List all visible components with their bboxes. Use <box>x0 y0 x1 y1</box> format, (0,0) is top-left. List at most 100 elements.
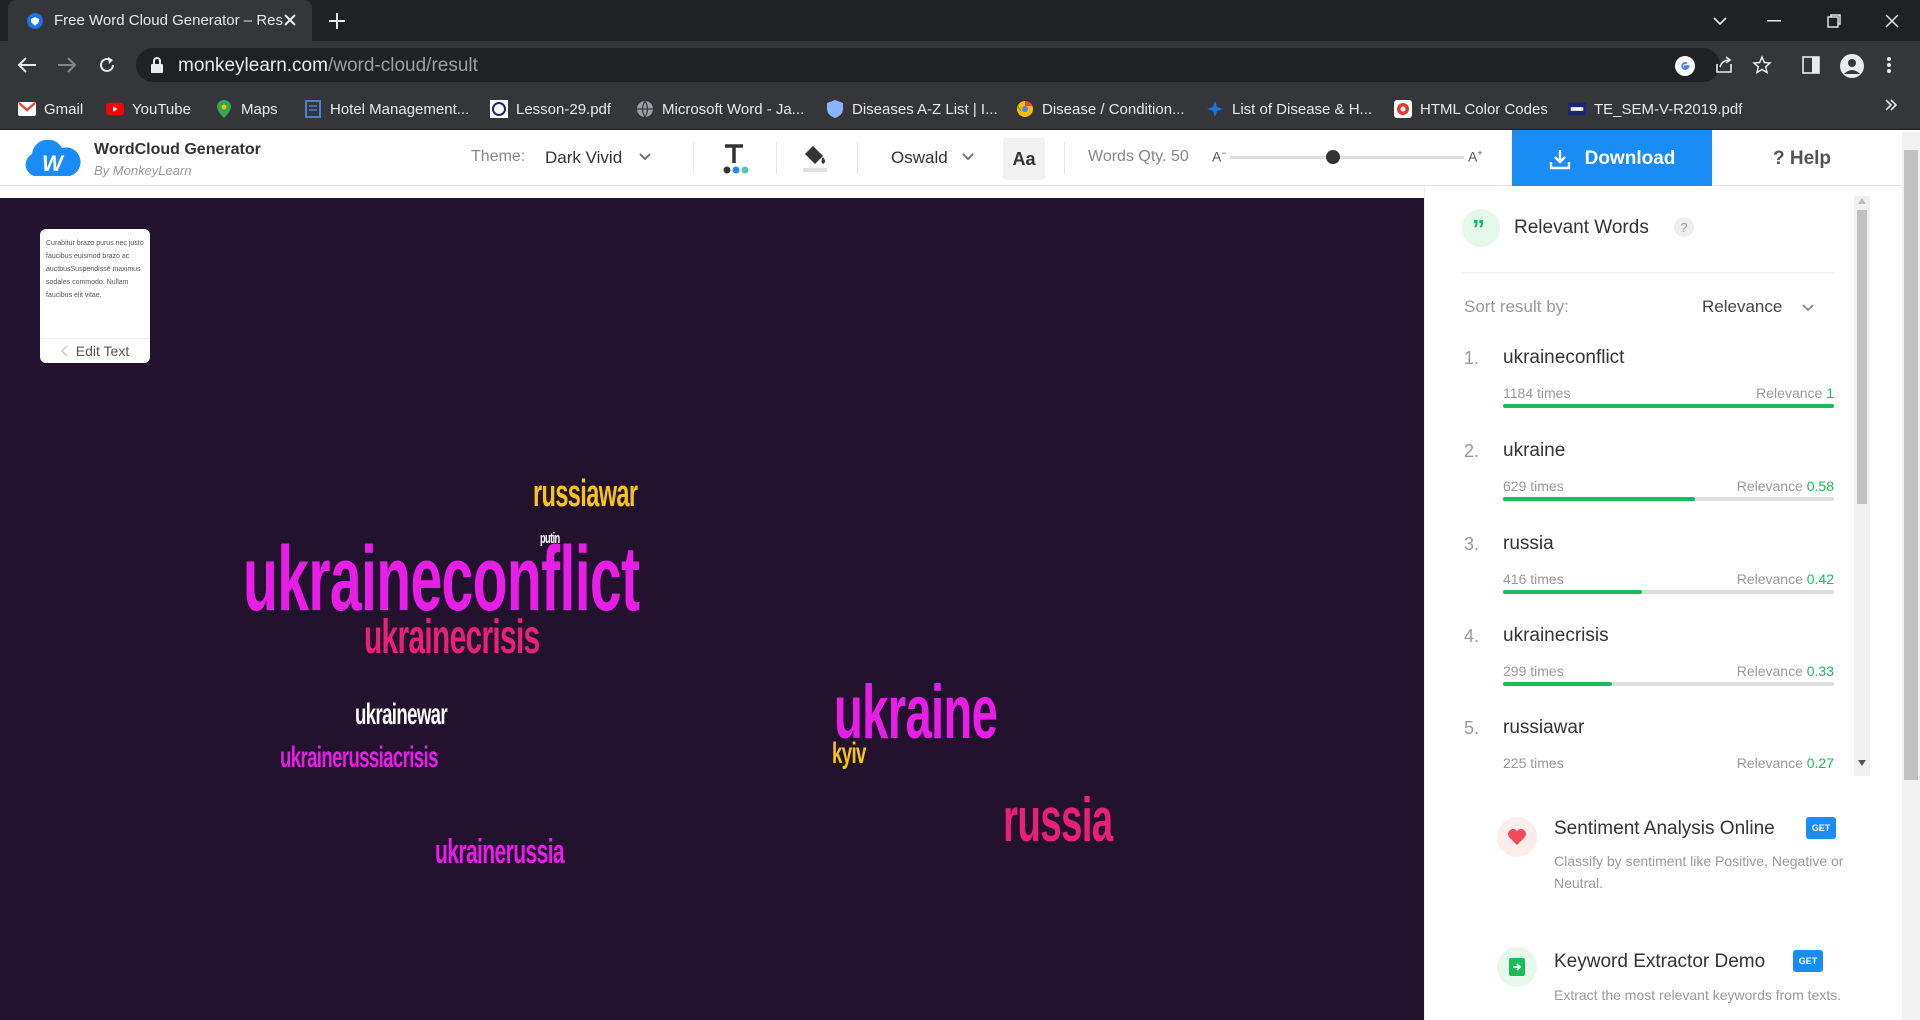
bookmark-label: Diseases A-Z List | I... <box>852 100 998 118</box>
back-icon[interactable] <box>16 55 38 75</box>
text-color-icon[interactable] <box>720 143 750 175</box>
sort-label: Sort result by: <box>1464 297 1569 316</box>
font-select[interactable]: Oswald <box>891 148 948 168</box>
google-icon[interactable] <box>1674 55 1696 77</box>
relevance-label: Relevance <box>1736 755 1803 771</box>
divider <box>1064 142 1065 174</box>
bookmark-list-disease[interactable]: List of Disease & H... <box>1206 96 1372 122</box>
relevant-words-title: Relevant Words <box>1514 217 1649 238</box>
bookmarks-overflow-icon[interactable] <box>1884 98 1898 112</box>
relevance-label: Relevance <box>1736 478 1803 494</box>
relevance-bar-fill <box>1503 404 1834 408</box>
term-relevance: Relevance 0.58 <box>1634 478 1834 494</box>
bookmark-disease-condition[interactable]: Disease / Condition... <box>1016 96 1185 122</box>
bookmark-star-icon[interactable] <box>1752 55 1772 75</box>
chevron-down-icon <box>962 153 974 161</box>
slider-min-text: A <box>1212 148 1222 165</box>
svg-text:W: W <box>42 151 65 176</box>
relevance-label: Relevance <box>1736 663 1803 679</box>
cloud-word[interactable]: kyiv <box>832 739 866 769</box>
words-qty-slider[interactable] <box>1230 150 1464 164</box>
font-case-button[interactable]: Aa <box>1003 138 1045 180</box>
cloud-word[interactable]: ukrainerussiacrisis <box>280 743 438 773</box>
word-cloud-canvas[interactable] <box>0 198 1424 1020</box>
restore-icon[interactable] <box>1806 0 1862 41</box>
cloud-word[interactable]: ukrainerussia <box>435 835 565 869</box>
close-window-icon[interactable] <box>1864 0 1920 41</box>
forward-icon[interactable] <box>56 55 78 75</box>
lock-icon[interactable] <box>150 57 164 73</box>
bookmark-label: Gmail <box>44 100 84 118</box>
scroll-down-icon[interactable] <box>1858 760 1866 766</box>
bookmark-te-sem-pdf[interactable]: TE_SEM-V-R2019.pdf <box>1568 96 1742 122</box>
pdf-icon <box>1568 100 1586 118</box>
term-relevance: Relevance 1 <box>1634 385 1834 401</box>
side-panel-icon[interactable] <box>1802 56 1820 74</box>
download-button[interactable]: Download <box>1512 130 1712 187</box>
help-button[interactable]: ? Help <box>1712 130 1892 187</box>
divider <box>776 142 777 174</box>
background-fill-icon[interactable] <box>801 142 829 174</box>
bookmark-html-color-codes[interactable]: HTML Color Codes <box>1394 96 1548 122</box>
edit-text-button[interactable]: Edit Text <box>40 338 150 362</box>
new-tab-icon[interactable] <box>326 10 348 32</box>
keyword-extractor-icon <box>1497 947 1537 987</box>
relevance-value: 0.58 <box>1806 478 1834 494</box>
sort-select[interactable]: Relevance <box>1702 297 1782 317</box>
url-host: monkeylearn.com <box>178 55 328 76</box>
get-badge[interactable]: GET <box>1793 950 1823 972</box>
sentiment-analysis-link[interactable]: Sentiment Analysis Online <box>1554 818 1775 840</box>
reload-icon[interactable] <box>97 55 117 75</box>
relevant-term[interactable]: ukraineconflict <box>1503 347 1624 369</box>
tab-search-icon[interactable] <box>1692 0 1748 41</box>
cloud-word[interactable]: ukrainewar <box>355 700 448 730</box>
rank-number: 3. <box>1464 534 1480 554</box>
bookmark-lesson-pdf[interactable]: Lesson-29.pdf <box>490 96 611 122</box>
bookmark-label: YouTube <box>132 100 191 118</box>
wordcloud-logo-icon[interactable]: W <box>20 140 82 178</box>
bookmark-microsoft-word[interactable]: Microsoft Word - Ja... <box>636 96 804 122</box>
relevant-term[interactable]: ukraine <box>1503 440 1565 462</box>
relevant-help-icon[interactable]: ? <box>1674 217 1694 237</box>
bookmark-maps[interactable]: Maps <box>215 96 278 122</box>
rank-number: 5. <box>1464 718 1480 738</box>
more-menu-icon[interactable] <box>1886 56 1892 74</box>
relevance-label: Relevance <box>1736 571 1803 587</box>
profile-avatar-icon[interactable] <box>1840 54 1864 78</box>
term-relevance: Relevance 0.27 <box>1634 755 1834 771</box>
brand-subtitle: By MonkeyLearn <box>94 163 192 178</box>
theme-select[interactable]: Dark Vivid <box>545 148 622 168</box>
bookmark-youtube[interactable]: YouTube <box>106 96 191 122</box>
star-icon <box>1206 100 1224 118</box>
slider-max-text: A <box>1468 148 1478 165</box>
page-scrollbar-thumb[interactable] <box>1904 150 1918 780</box>
cloud-word[interactable]: ukrainecrisis <box>364 614 540 662</box>
minimize-icon[interactable] <box>1746 0 1802 41</box>
keyword-extractor-link[interactable]: Keyword Extractor Demo <box>1554 951 1765 973</box>
list-scrollbar-thumb[interactable] <box>1857 210 1867 504</box>
relevant-term[interactable]: ukrainecrisis <box>1503 625 1609 647</box>
scroll-up-icon[interactable] <box>1858 198 1866 204</box>
get-badge[interactable]: GET <box>1806 817 1836 839</box>
relevance-value: 0.27 <box>1806 755 1834 771</box>
promo-description: Classify by sentiment like Positive, Neg… <box>1554 853 1844 891</box>
close-tab-icon[interactable] <box>282 12 298 28</box>
cloud-word[interactable]: putin <box>540 531 560 546</box>
term-relevance: Relevance 0.42 <box>1634 571 1834 587</box>
edit-text-card[interactable]: Curabitur brazo purus nec justo faucibus… <box>40 229 150 363</box>
relevant-term[interactable]: russiawar <box>1503 717 1584 739</box>
term-count: 225 times <box>1503 755 1564 771</box>
bookmark-diseases[interactable]: Diseases A-Z List | I... <box>826 96 998 122</box>
slider-handle[interactable] <box>1325 150 1340 164</box>
bookmark-hotel-management[interactable]: Hotel Management... <box>304 96 469 122</box>
cloud-word[interactable]: russia <box>1003 790 1113 852</box>
relevant-term[interactable]: russia <box>1503 533 1554 555</box>
url-path: /word-cloud/result <box>327 55 478 76</box>
heart-icon <box>1497 817 1537 857</box>
bookmark-gmail[interactable]: Gmail <box>18 96 83 122</box>
share-icon[interactable] <box>1714 55 1734 75</box>
rank-number: 1. <box>1464 348 1480 368</box>
shield-icon <box>826 100 844 118</box>
cloud-word[interactable]: russiawar <box>533 475 638 513</box>
term-count: 1184 times <box>1503 385 1571 401</box>
